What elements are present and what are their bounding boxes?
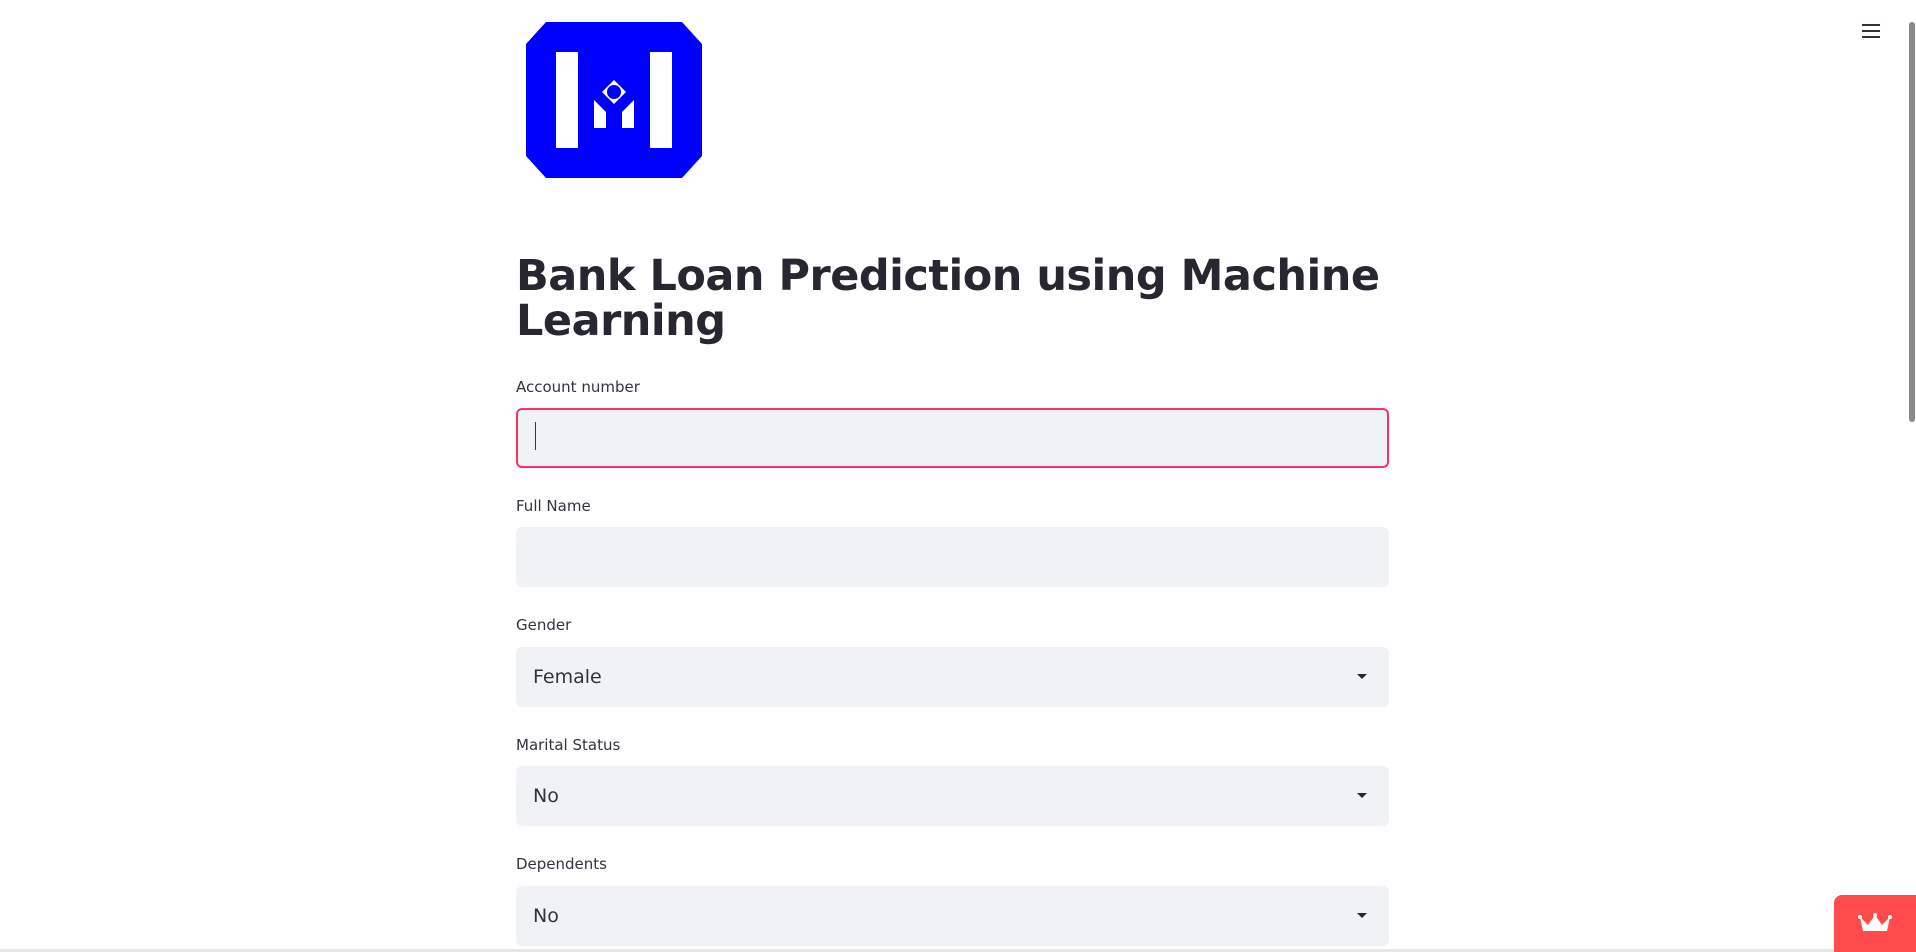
marital-status-selected-value: No bbox=[533, 785, 559, 807]
account-number-field-wrapper bbox=[516, 408, 1389, 468]
dependents-selected-value: No bbox=[533, 905, 559, 927]
hamburger-menu-button[interactable] bbox=[1858, 18, 1884, 44]
account-number-input[interactable] bbox=[516, 408, 1389, 468]
gender-select[interactable]: Female bbox=[516, 647, 1389, 707]
gender-label: Gender bbox=[516, 616, 572, 634]
hamburger-menu-icon bbox=[1862, 24, 1880, 38]
streamlit-badge-button[interactable] bbox=[1834, 895, 1916, 952]
dependents-label: Dependents bbox=[516, 855, 607, 873]
page-title: Bank Loan Prediction using Machine Learn… bbox=[516, 251, 1380, 346]
dependents-select[interactable]: No bbox=[516, 886, 1389, 946]
account-number-label: Account number bbox=[516, 378, 640, 396]
bank-logo-icon bbox=[526, 22, 702, 178]
marital-status-select[interactable]: No bbox=[516, 766, 1389, 826]
full-name-input[interactable] bbox=[516, 527, 1389, 587]
chevron-down-icon bbox=[1357, 793, 1367, 798]
text-caret bbox=[535, 422, 536, 450]
full-name-label: Full Name bbox=[516, 497, 591, 515]
gender-selected-value: Female bbox=[533, 666, 602, 688]
chevron-down-icon bbox=[1357, 913, 1367, 918]
crown-icon bbox=[1858, 912, 1892, 931]
page: Bank Loan Prediction using Machine Learn… bbox=[0, 0, 1916, 952]
chevron-down-icon bbox=[1357, 674, 1367, 679]
marital-status-label: Marital Status bbox=[516, 736, 621, 754]
page-scrollbar[interactable] bbox=[1907, 0, 1916, 952]
scrollbar-thumb[interactable] bbox=[1909, 22, 1915, 422]
